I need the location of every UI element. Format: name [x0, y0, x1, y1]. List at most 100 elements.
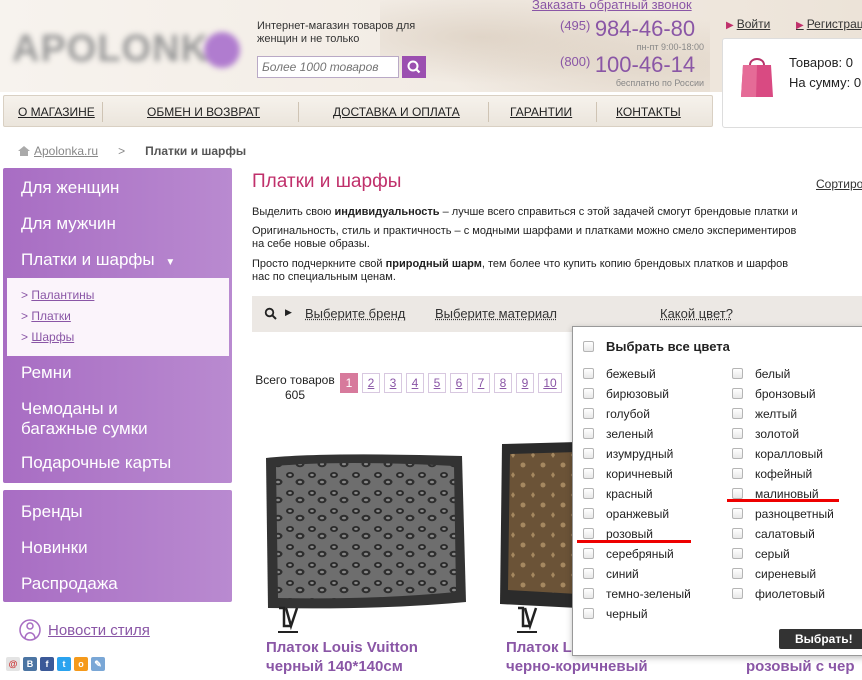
search-button[interactable]: [402, 56, 426, 78]
sort-link[interactable]: Сортировать: [816, 177, 862, 191]
livejournal-icon[interactable]: ✎: [91, 657, 105, 671]
checkbox[interactable]: [732, 368, 743, 379]
checkbox[interactable]: [583, 428, 594, 439]
checkbox[interactable]: [583, 488, 594, 499]
checkbox[interactable]: [732, 568, 743, 579]
color-option[interactable]: изумрудный: [583, 447, 673, 461]
nav-exchange[interactable]: ОБМЕН И ВОЗВРАТ: [147, 105, 260, 119]
product-image[interactable]: [498, 440, 578, 610]
callback-link[interactable]: Заказать обратный звонок: [532, 0, 692, 12]
cart[interactable]: Товаров: 0 На сумму: 0: [722, 38, 862, 128]
checkbox[interactable]: [732, 388, 743, 399]
color-option[interactable]: серый: [732, 547, 790, 561]
color-option[interactable]: белый: [732, 367, 790, 381]
color-option[interactable]: коралловый: [732, 447, 823, 461]
sidebar-item-gift-cards[interactable]: Подарочные карты: [21, 453, 171, 473]
checkbox[interactable]: [583, 341, 594, 352]
nav-delivery[interactable]: ДОСТАВКА И ОПЛАТА: [333, 105, 460, 119]
login-link[interactable]: ▶ Войти: [726, 17, 770, 31]
sidebar-item-sale[interactable]: Распродажа: [21, 574, 118, 594]
color-option[interactable]: салатовый: [732, 527, 815, 541]
checkbox[interactable]: [583, 588, 594, 599]
color-option[interactable]: синий: [583, 567, 639, 581]
logo[interactable]: APOLONKA: [12, 28, 242, 70]
page-8[interactable]: 8: [494, 373, 512, 393]
page-5[interactable]: 5: [428, 373, 446, 393]
nav-contacts[interactable]: КОНТАКТЫ: [616, 105, 681, 119]
checkbox[interactable]: [732, 428, 743, 439]
filter-color[interactable]: Какой цвет?: [660, 306, 733, 321]
sidebar-item-suitcases[interactable]: Чемоданы и багажные сумки: [21, 399, 171, 439]
checkbox[interactable]: [732, 448, 743, 459]
checkbox[interactable]: [583, 508, 594, 519]
sidebar-item-brands[interactable]: Бренды: [21, 502, 83, 522]
checkbox[interactable]: [732, 468, 743, 479]
color-option[interactable]: серебряный: [583, 547, 674, 561]
submenu-item-palantines[interactable]: > Палантины: [21, 288, 94, 302]
color-option[interactable]: зеленый: [583, 427, 653, 441]
color-option[interactable]: коричневый: [583, 467, 673, 481]
color-option[interactable]: бронзовый: [732, 387, 816, 401]
color-option[interactable]: красный: [583, 487, 653, 501]
color-option[interactable]: черный: [583, 607, 648, 621]
color-option[interactable]: кофейный: [732, 467, 812, 481]
filter-brand[interactable]: Выберите бренд: [305, 306, 405, 321]
sidebar-item-belts[interactable]: Ремни: [21, 363, 72, 383]
register-link[interactable]: ▶Регистрация: [796, 17, 862, 31]
sidebar-item-scarves[interactable]: Платки и шарфы ▼: [21, 250, 175, 273]
product-name[interactable]: Платок Louis Vuitton черный 140*140см: [266, 638, 418, 676]
page-1[interactable]: 1: [340, 373, 358, 393]
submenu-item-shawls[interactable]: > Платки: [21, 309, 71, 323]
sidebar-item-women[interactable]: Для женщин: [21, 178, 119, 198]
checkbox[interactable]: [732, 508, 743, 519]
checkbox[interactable]: [583, 408, 594, 419]
checkbox[interactable]: [583, 468, 594, 479]
search-input[interactable]: [257, 56, 399, 78]
news-style-link[interactable]: Новости стиля: [48, 622, 150, 639]
color-option[interactable]: золотой: [732, 427, 799, 441]
checkbox[interactable]: [732, 528, 743, 539]
sidebar-item-new[interactable]: Новинки: [21, 538, 88, 558]
mail-icon[interactable]: @: [6, 657, 20, 671]
vk-icon[interactable]: В: [23, 657, 37, 671]
nav-guarantee[interactable]: ГАРАНТИИ: [510, 105, 572, 119]
checkbox[interactable]: [583, 528, 594, 539]
color-option[interactable]: бирюзовый: [583, 387, 669, 401]
page-7[interactable]: 7: [472, 373, 490, 393]
color-option[interactable]: темно-зеленый: [583, 587, 691, 601]
page-10[interactable]: 10: [538, 373, 562, 393]
submenu-item-scarves[interactable]: > Шарфы: [21, 330, 74, 344]
checkbox[interactable]: [732, 548, 743, 559]
checkbox[interactable]: [583, 448, 594, 459]
checkbox[interactable]: [732, 588, 743, 599]
checkbox[interactable]: [583, 368, 594, 379]
product-name[interactable]: розовый с чер: [746, 657, 855, 676]
color-option[interactable]: фиолетовый: [732, 587, 825, 601]
sidebar-item-men[interactable]: Для мужчин: [21, 214, 116, 234]
color-option[interactable]: желтый: [732, 407, 797, 421]
select-all-colors[interactable]: Выбрать все цвета: [583, 339, 730, 354]
checkbox[interactable]: [583, 388, 594, 399]
page-2[interactable]: 2: [362, 373, 380, 393]
color-option[interactable]: голубой: [583, 407, 650, 421]
checkbox[interactable]: [583, 548, 594, 559]
checkbox[interactable]: [583, 568, 594, 579]
page-6[interactable]: 6: [450, 373, 468, 393]
twitter-icon[interactable]: t: [57, 657, 71, 671]
odnoklassniki-icon[interactable]: о: [74, 657, 88, 671]
page-9[interactable]: 9: [516, 373, 534, 393]
choose-colors-button[interactable]: Выбрать!: [779, 629, 862, 649]
checkbox[interactable]: [732, 488, 743, 499]
facebook-icon[interactable]: f: [40, 657, 54, 671]
color-option[interactable]: оранжевый: [583, 507, 669, 521]
checkbox[interactable]: [732, 408, 743, 419]
page-4[interactable]: 4: [406, 373, 424, 393]
filter-material[interactable]: Выберите материал: [435, 306, 557, 321]
color-option[interactable]: разноцветный: [732, 507, 834, 521]
product-image[interactable]: [262, 452, 470, 612]
color-option[interactable]: сиреневый: [732, 567, 816, 581]
nav-about[interactable]: О МАГАЗИНЕ: [18, 105, 95, 119]
color-option[interactable]: розовый: [583, 527, 653, 541]
color-option[interactable]: бежевый: [583, 367, 656, 381]
page-3[interactable]: 3: [384, 373, 402, 393]
